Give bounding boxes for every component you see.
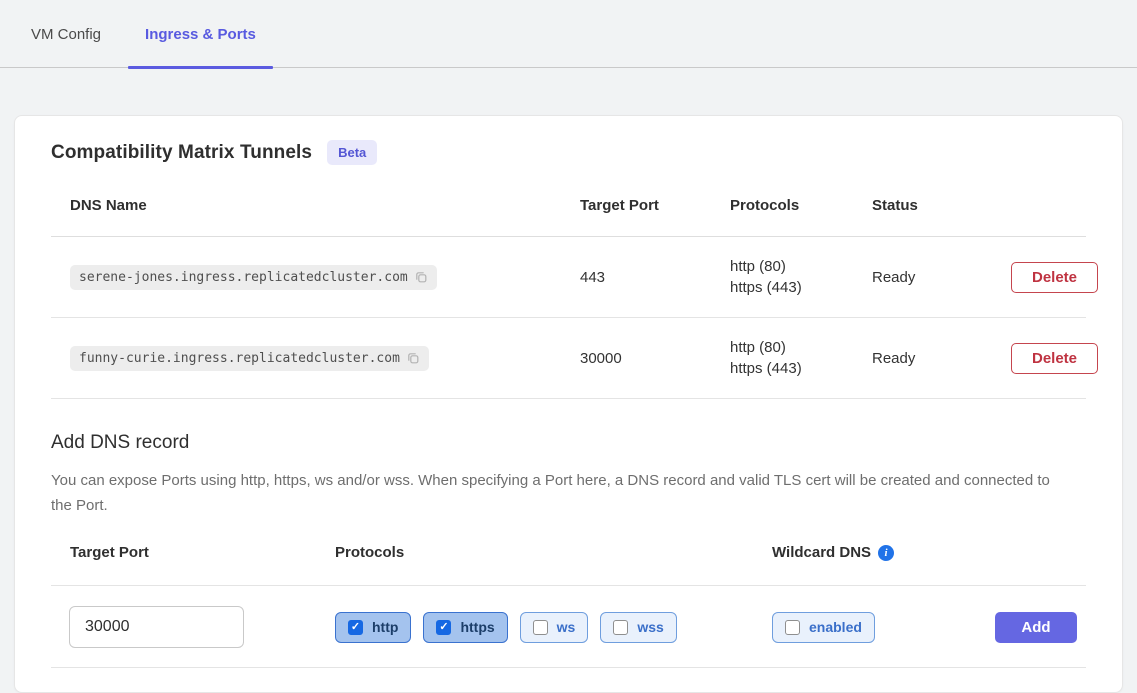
tab-bar: VM Config Ingress & Ports [0,0,1137,68]
protocol-checkbox-group: http https ws wss [335,612,772,643]
tab-ingress-ports[interactable]: Ingress & Ports [128,26,273,67]
info-icon[interactable]: i [878,545,894,561]
status-cell: Ready [872,350,1011,367]
add-form-row: http https ws wss enabled Add [51,586,1086,668]
beta-badge: Beta [327,140,377,165]
checkbox-http[interactable]: http [335,612,411,643]
target-port-cell: 30000 [580,350,730,367]
checkbox-wildcard-enabled[interactable]: enabled [772,612,875,643]
add-form-header-row: Target Port Protocols Wildcard DNS i [51,544,1086,586]
delete-button[interactable]: Delete [1011,262,1098,293]
enabled-checkbox-icon [785,620,800,635]
ws-checkbox-icon [533,620,548,635]
target-port-cell: 443 [580,269,730,286]
target-port-input[interactable] [69,606,244,648]
copy-icon[interactable] [414,270,428,284]
tunnels-card: Compatibility Matrix Tunnels Beta DNS Na… [14,115,1123,693]
table-header-row: DNS Name Target Port Protocols Status [51,187,1086,237]
col-header-protocols: Protocols [730,197,872,214]
protocols-cell: http (80) https (443) [730,337,872,379]
tab-vm-config[interactable]: VM Config [14,26,118,67]
add-dns-section-title: Add DNS record [51,432,1086,454]
add-button[interactable]: Add [995,612,1077,643]
form-header-target-port: Target Port [70,544,335,561]
table-row: serene-jones.ingress.replicatedcluster.c… [51,237,1086,318]
dns-name-text: funny-curie.ingress.replicatedcluster.co… [79,351,400,366]
http-checkbox-icon [348,620,363,635]
table-row: funny-curie.ingress.replicatedcluster.co… [51,318,1086,399]
col-header-target-port: Target Port [580,197,730,214]
checkbox-ws[interactable]: ws [520,612,589,643]
dns-name-pill: serene-jones.ingress.replicatedcluster.c… [70,265,437,290]
checkbox-wss[interactable]: wss [600,612,676,643]
status-cell: Ready [872,269,1011,286]
dns-name-pill: funny-curie.ingress.replicatedcluster.co… [70,346,429,371]
delete-button[interactable]: Delete [1011,343,1098,374]
wss-checkbox-icon [613,620,628,635]
card-title: Compatibility Matrix Tunnels [51,142,312,164]
tunnels-table: DNS Name Target Port Protocols Status se… [51,187,1086,399]
col-header-status: Status [872,197,1011,214]
copy-icon[interactable] [406,351,420,365]
form-header-wildcard-dns: Wildcard DNS [772,544,871,561]
checkbox-https[interactable]: https [423,612,507,643]
col-header-dns-name: DNS Name [70,197,580,214]
form-header-protocols: Protocols [335,544,772,561]
protocols-cell: http (80) https (443) [730,256,872,298]
https-checkbox-icon [436,620,451,635]
card-header: Compatibility Matrix Tunnels Beta [51,140,1086,165]
dns-name-text: serene-jones.ingress.replicatedcluster.c… [79,270,408,285]
add-dns-description: You can expose Ports using http, https, … [51,468,1061,518]
